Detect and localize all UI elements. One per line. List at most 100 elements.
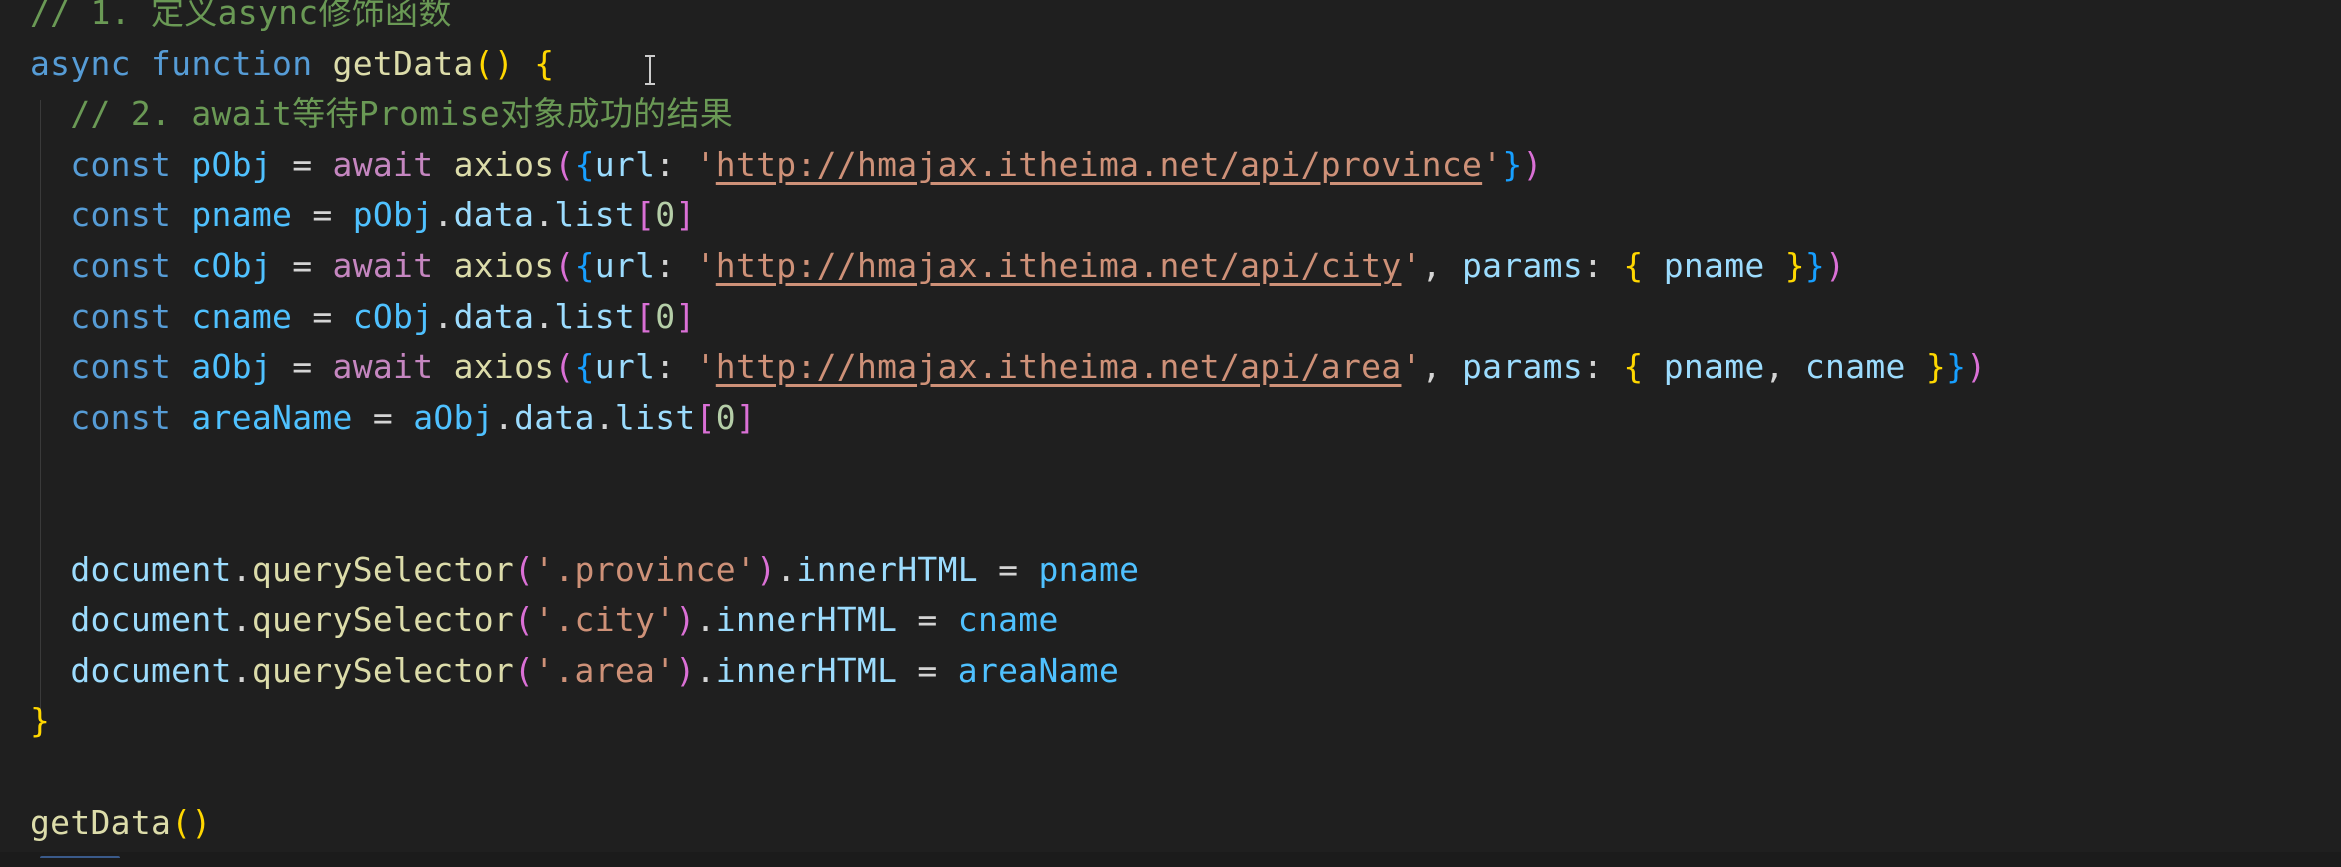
code-token: . xyxy=(594,397,615,437)
code-token: : xyxy=(655,246,696,285)
code-token: pObj xyxy=(352,195,434,235)
code-token: pname xyxy=(1038,549,1140,589)
code-line[interactable]: const aObj = await axios({url: 'http://h… xyxy=(30,342,1986,392)
code-token: () xyxy=(171,802,212,842)
code-token: '.area' xyxy=(534,650,676,690)
code-token: data xyxy=(453,195,535,235)
code-token: } xyxy=(1502,144,1523,184)
code-token: pname xyxy=(1663,347,1765,387)
code-token: = xyxy=(272,144,333,184)
code-token: document xyxy=(70,600,232,640)
code-token: . xyxy=(433,195,454,235)
code-token: { xyxy=(1623,347,1644,387)
code-line[interactable]: const pObj = await axios({url: 'http://h… xyxy=(30,140,1543,190)
code-token: 0 xyxy=(655,296,676,336)
code-token: url xyxy=(594,246,656,285)
code-token: ' xyxy=(1401,347,1422,387)
code-line[interactable]: } xyxy=(30,696,50,746)
code-token: () xyxy=(473,43,515,83)
code-token: ' xyxy=(695,144,716,184)
code-token: axios xyxy=(453,246,555,285)
code-token: cObj xyxy=(191,246,273,285)
code-token: . xyxy=(493,397,515,437)
code-line[interactable]: const cname = cObj.data.list[0] xyxy=(30,292,696,342)
code-token: http://hmajax.itheima.net/api/city xyxy=(715,246,1402,285)
code-token: , xyxy=(1421,246,1462,285)
code-token: axios xyxy=(453,144,555,184)
code-line[interactable]: // 1. 定义async修饰函数 xyxy=(30,0,452,38)
code-token: http://hmajax.itheima.net/api/area xyxy=(715,347,1402,387)
code-token: = xyxy=(897,650,958,690)
code-token: querySelector xyxy=(251,600,515,640)
code-token: const xyxy=(70,397,172,437)
code-token: params xyxy=(1462,246,1584,285)
code-token: } xyxy=(1804,246,1826,285)
code-token: // 2. await等待Promise对象成功的结果 xyxy=(30,94,734,134)
code-token: ] xyxy=(675,296,696,336)
code-token: ) xyxy=(675,600,696,640)
code-line[interactable]: document.querySelector('.province').inne… xyxy=(30,545,1139,595)
code-token: [ xyxy=(635,296,656,336)
code-token: ) xyxy=(756,549,777,589)
code-token: areaName xyxy=(957,650,1120,690)
code-line[interactable]: const pname = pObj.data.list[0] xyxy=(30,190,696,240)
code-token: document xyxy=(70,549,232,589)
code-token: function xyxy=(151,43,313,83)
code-token: = xyxy=(977,549,1039,589)
code-token: const xyxy=(70,246,172,285)
code-token: , xyxy=(1764,347,1805,387)
code-token: getData xyxy=(30,802,172,842)
code-token: . xyxy=(231,600,252,640)
code-token: : xyxy=(655,347,696,387)
code-token: const xyxy=(70,296,172,336)
code-token: data xyxy=(514,397,595,437)
code-token: 0 xyxy=(715,397,736,437)
code-line[interactable]: async function getData() { xyxy=(30,39,554,89)
code-token: async xyxy=(30,43,131,83)
code-token: ( xyxy=(554,347,575,387)
code-token: . xyxy=(695,600,716,640)
code-token: : xyxy=(1583,347,1624,387)
code-line[interactable]: getData() xyxy=(30,798,212,848)
code-editor[interactable]: // 1. 定义async修饰函数 async function getData(… xyxy=(0,0,2341,867)
code-token: list xyxy=(554,195,636,235)
code-token: . xyxy=(433,296,454,336)
code-token: 0 xyxy=(655,195,676,235)
code-token: '.city' xyxy=(534,600,676,640)
code-token: : xyxy=(655,144,696,184)
code-token: . xyxy=(695,650,716,690)
code-line[interactable]: // 2. await等待Promise对象成功的结果 xyxy=(30,89,733,139)
code-token: await xyxy=(332,246,434,285)
code-token: ( xyxy=(554,246,575,285)
code-token: list xyxy=(554,296,636,336)
code-token: cObj xyxy=(352,296,434,336)
code-token: . xyxy=(231,650,252,690)
code-line[interactable]: document.querySelector('.area').innerHTM… xyxy=(30,646,1119,696)
code-token: aObj xyxy=(413,397,494,437)
text-cursor-icon xyxy=(643,55,657,85)
code-token: ( xyxy=(554,144,575,184)
code-line[interactable]: document.querySelector('.city').innerHTM… xyxy=(30,595,1059,645)
code-token: . xyxy=(534,195,555,235)
code-token: = xyxy=(897,600,958,640)
code-token: http://hmajax.itheima.net/api/province xyxy=(715,144,1483,184)
code-token: = xyxy=(352,397,414,437)
code-token: pObj xyxy=(191,144,273,184)
code-line[interactable]: const areaName = aObj.data.list[0] xyxy=(30,393,756,443)
code-line[interactable]: const cObj = await axios({url: 'http://h… xyxy=(30,241,1845,291)
code-token: . xyxy=(776,549,797,589)
